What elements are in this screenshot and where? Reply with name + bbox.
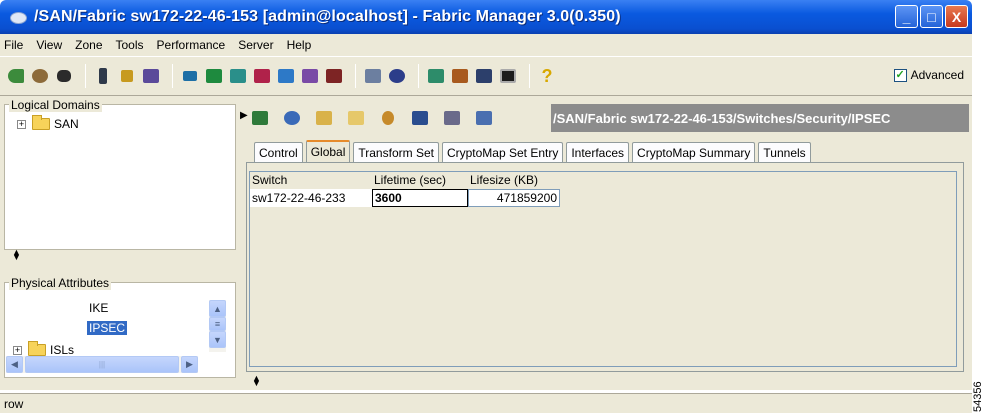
refresh-icon[interactable]	[282, 108, 302, 128]
splitter-arrows-icon[interactable]: ▲ ▼	[252, 374, 261, 388]
scroll-down-icon[interactable]: ▼	[209, 331, 226, 348]
tab-panel-global: Switch Lifetime (sec) Lifesize (KB) sw17…	[246, 162, 964, 372]
zone-icon[interactable]	[204, 66, 224, 86]
undo-icon[interactable]	[378, 108, 398, 128]
users-icon[interactable]	[228, 66, 248, 86]
table-cell-lifetime[interactable]: 3600	[372, 189, 468, 207]
global-table: Switch Lifetime (sec) Lifesize (KB) sw17…	[249, 171, 957, 367]
lock-icon[interactable]	[117, 66, 137, 86]
device-icon[interactable]	[276, 66, 296, 86]
expand-icon[interactable]: +	[17, 119, 26, 129]
wizard-icon[interactable]	[141, 66, 161, 86]
tab-tunnels[interactable]: Tunnels	[758, 142, 811, 162]
table-cell-lifesize[interactable]: 471859200	[468, 189, 560, 207]
status-text: row	[4, 396, 24, 411]
path-breadcrumb: /SAN/Fabric sw172-22-46-153/Switches/Sec…	[551, 104, 969, 132]
toolbar-separator	[85, 64, 86, 88]
menu-file[interactable]: File	[4, 38, 23, 52]
security-icon[interactable]	[450, 66, 470, 86]
tab-cryptomap-summary[interactable]: CryptoMap Summary	[632, 142, 756, 162]
app-icon	[8, 7, 28, 27]
folder-icon	[28, 341, 46, 356]
menu-zone[interactable]: Zone	[75, 38, 102, 52]
column-header-lifesize[interactable]: Lifesize (KB)	[468, 172, 560, 188]
table-cell-switch[interactable]: sw172-22-46-233	[250, 189, 372, 207]
title-bar: /SAN/Fabric sw172-22-46-153 [admin@local…	[0, 0, 972, 34]
scroll-up-icon[interactable]: ▲	[209, 300, 226, 317]
refresh-icon[interactable]	[363, 66, 383, 86]
tree-item-label: ISLs	[50, 343, 75, 357]
menu-server[interactable]: Server	[238, 38, 273, 52]
maximize-button[interactable]: □	[920, 5, 943, 28]
console-icon[interactable]	[498, 66, 518, 86]
logical-domains-title: Logical Domains	[9, 98, 102, 112]
expand-icon[interactable]: +	[13, 345, 22, 355]
tab-transform-set[interactable]: Transform Set	[353, 142, 439, 162]
menu-bar: File View Zone Tools Performance Server …	[0, 34, 972, 56]
list-item-ipsec[interactable]: IPSEC	[87, 321, 128, 335]
create-row-icon[interactable]	[314, 108, 334, 128]
copy-icon[interactable]	[346, 108, 366, 128]
window-title: /SAN/Fabric sw172-22-46-153 [admin@local…	[34, 8, 621, 25]
horizontal-scrollbar[interactable]: ◀ ||| ▶	[6, 356, 198, 373]
scroll-right-icon[interactable]: ▶	[181, 356, 198, 373]
switch-icon[interactable]	[93, 66, 113, 86]
minimize-button[interactable]: _	[895, 5, 918, 28]
advanced-checkbox[interactable]: ✓ Advanced	[893, 68, 964, 82]
save-icon[interactable]	[410, 108, 430, 128]
folder-icon	[32, 115, 50, 130]
find-icon[interactable]	[54, 66, 74, 86]
performance-icon[interactable]	[426, 66, 446, 86]
menu-tools[interactable]: Tools	[116, 38, 144, 52]
column-header-switch[interactable]: Switch	[250, 172, 372, 188]
tree-item-label: SAN	[54, 117, 79, 131]
toolbar-separator	[418, 64, 419, 88]
menu-help[interactable]: Help	[287, 38, 312, 52]
close-button[interactable]: X	[945, 5, 968, 28]
help-icon[interactable]: ?	[537, 66, 557, 86]
ivr-icon[interactable]	[252, 66, 272, 86]
checkmark-icon: ✓	[893, 68, 907, 82]
content-toolbar: ▶ /SAN/Fabric sw172-22-46-153/Switches/S…	[240, 104, 969, 132]
export-icon[interactable]	[474, 108, 494, 128]
print-icon[interactable]	[442, 108, 462, 128]
report-icon[interactable]	[474, 66, 494, 86]
toolbar-separator	[172, 64, 173, 88]
advanced-label: Advanced	[910, 68, 964, 82]
tab-interfaces[interactable]: Interfaces	[566, 142, 630, 162]
main-toolbar: ? ✓ Advanced	[0, 56, 972, 96]
figure-number: 54356	[972, 381, 984, 412]
vsan-icon[interactable]	[180, 66, 200, 86]
menu-view[interactable]: View	[36, 38, 62, 52]
tree-item-san[interactable]: + SAN	[17, 115, 79, 131]
search-icon[interactable]	[387, 66, 407, 86]
path-icon[interactable]	[300, 66, 320, 86]
scroll-thumb[interactable]: ≡	[209, 317, 226, 331]
column-header-lifetime[interactable]: Lifetime (sec)	[372, 172, 468, 188]
list-item-ike[interactable]: IKE	[87, 301, 110, 315]
toolbar-separator	[355, 64, 356, 88]
window-controls: _ □ X	[895, 5, 968, 28]
scroll-left-icon[interactable]: ◀	[6, 356, 23, 373]
splitter-arrows-icon[interactable]: ▲ ▼	[12, 248, 21, 262]
discover-icon[interactable]	[30, 66, 50, 86]
apply-icon[interactable]	[250, 108, 270, 128]
tree-item-isls[interactable]: + ISLs	[13, 341, 75, 357]
scroll-thumb[interactable]: |||	[25, 356, 179, 373]
toolbar-separator	[529, 64, 530, 88]
open-icon[interactable]	[6, 66, 26, 86]
status-bar: row	[0, 393, 972, 413]
logical-domains-panel: Logical Domains + SAN	[4, 98, 236, 250]
tab-strip: Control Global Transform Set CryptoMap S…	[254, 140, 814, 162]
tab-global[interactable]: Global	[305, 140, 351, 162]
tab-control[interactable]: Control	[254, 142, 303, 162]
grid-icon[interactable]	[324, 66, 344, 86]
right-pane: ▶ /SAN/Fabric sw172-22-46-153/Switches/S…	[240, 96, 972, 390]
pane-arrow-icon: ▶	[240, 110, 248, 121]
tab-cryptomap-set-entry[interactable]: CryptoMap Set Entry	[441, 142, 564, 162]
physical-attributes-title: Physical Attributes	[9, 276, 112, 290]
left-pane: Logical Domains + SAN ▲ ▼ Physical Attrib…	[0, 96, 240, 390]
menu-performance[interactable]: Performance	[157, 38, 226, 52]
vertical-scrollbar[interactable]: ▲ ≡ ▼	[209, 300, 226, 352]
